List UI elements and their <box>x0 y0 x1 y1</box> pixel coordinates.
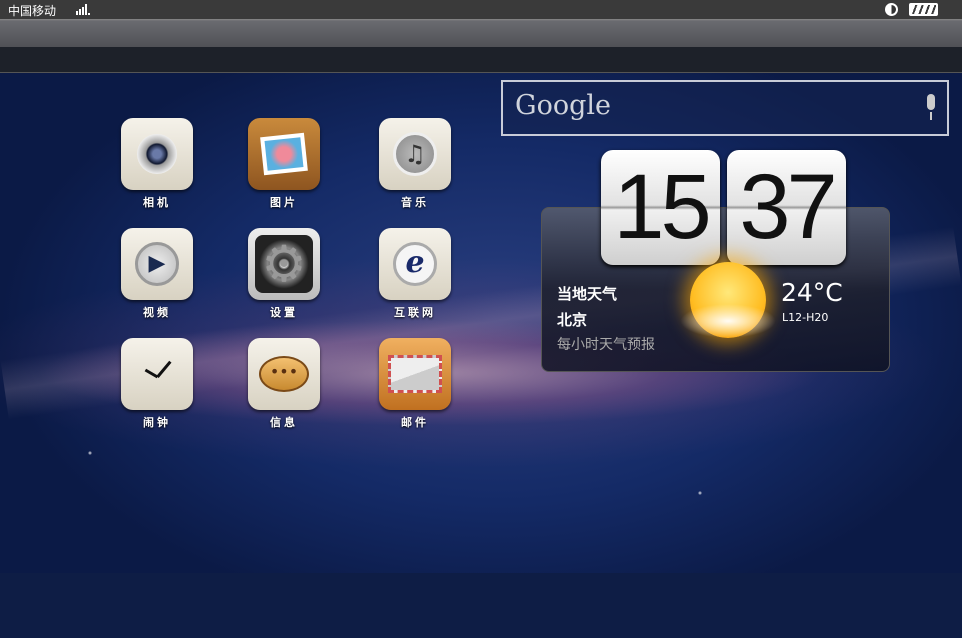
music-icon: ♫ <box>379 118 451 190</box>
google-logo: Google <box>515 90 611 121</box>
internet-browser-icon: e <box>379 228 451 300</box>
weather-temperature: 24°C <box>781 278 843 307</box>
weather-city: 北京 <box>557 311 588 329</box>
alarm-status-icon <box>885 3 898 16</box>
app-music[interactable]: ♫ 音乐 <box>365 118 465 210</box>
carrier-name: 中国移动 <box>8 4 57 18</box>
top-bar <box>0 19 962 47</box>
top-bar-lower <box>0 47 962 73</box>
photos-icon <box>248 118 320 190</box>
battery-icon <box>909 3 938 16</box>
alarm-clock-icon <box>121 338 193 410</box>
message-bubble-icon: ••• <box>248 338 320 410</box>
clock-hour: 15 <box>601 150 720 265</box>
app-mail[interactable]: 邮件 <box>365 338 465 430</box>
camera-icon <box>121 118 193 190</box>
app-internet[interactable]: e 互联网 <box>365 228 465 320</box>
weather-subtitle[interactable]: 每小时天气预报 <box>557 334 655 354</box>
microphone-icon[interactable] <box>925 94 937 122</box>
sunny-weather-icon <box>680 262 776 338</box>
app-settings[interactable]: ⚙ 设置 <box>234 228 334 320</box>
app-camera[interactable]: 相机 <box>107 118 207 210</box>
status-bar: 中国移动 <box>0 0 962 19</box>
weather-range: L12-H20 <box>782 311 829 324</box>
google-search-bar[interactable]: Google <box>501 80 949 136</box>
app-photos[interactable]: 图片 <box>234 118 334 210</box>
settings-gear-icon: ⚙ <box>248 228 320 300</box>
app-messages[interactable]: ••• 信息 <box>234 338 334 430</box>
clock-minute: 37 <box>727 150 846 265</box>
app-alarm[interactable]: 闹钟 <box>107 338 207 430</box>
signal-icon <box>76 4 90 15</box>
app-video[interactable]: ▶ 视频 <box>107 228 207 320</box>
mail-envelope-icon <box>379 338 451 410</box>
weather-title: 当地天气 <box>557 285 618 303</box>
video-icon: ▶ <box>121 228 193 300</box>
